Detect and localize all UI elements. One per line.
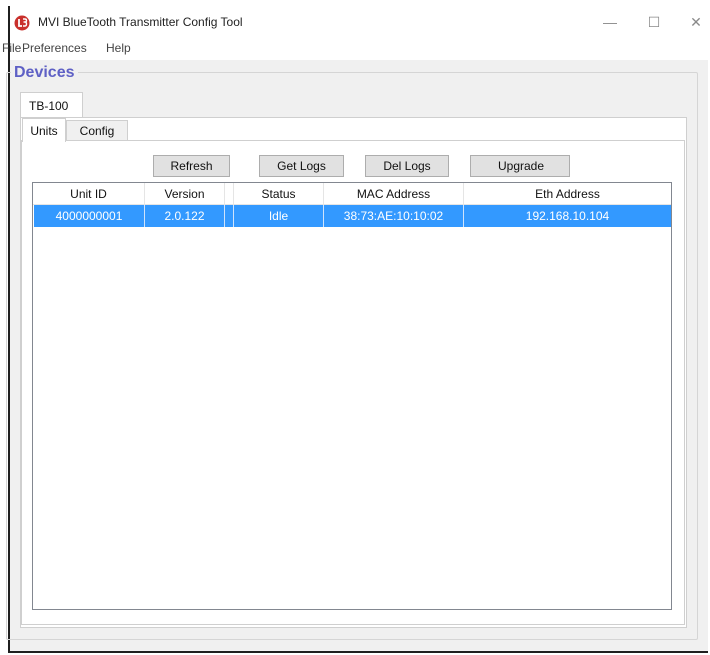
menu-bar: File Preferences Help [2, 38, 708, 60]
title-bar: MVI BlueTooth Transmitter Config Tool — … [10, 6, 708, 38]
upgrade-button[interactable]: Upgrade [470, 155, 570, 177]
units-list[interactable]: Unit ID Version Status MAC Address Eth A… [32, 182, 672, 610]
refresh-button[interactable]: Refresh [153, 155, 230, 177]
cell-mac-address: 38:73:AE:10:10:02 [324, 205, 464, 227]
cell-eth-address: 192.168.10.104 [525, 209, 610, 223]
cell-status: Idle [234, 205, 324, 227]
column-mac-address[interactable]: MAC Address [324, 183, 464, 204]
maximize-button[interactable]: ☐ [642, 10, 666, 34]
column-eth-address[interactable]: Eth Address [464, 183, 671, 204]
menu-help[interactable]: Help [106, 41, 131, 55]
column-status[interactable]: Status [234, 183, 324, 204]
window-title: MVI BlueTooth Transmitter Config Tool [38, 15, 243, 29]
tab-tb-100[interactable]: TB-100 [20, 92, 83, 118]
minimize-button[interactable]: — [598, 10, 622, 34]
close-button[interactable]: ✕ [684, 10, 708, 34]
app-logo-icon [14, 15, 30, 31]
cell-empty [225, 205, 234, 227]
del-logs-button[interactable]: Del Logs [365, 155, 449, 177]
table-row[interactable]: 4000000001 2.0.122 Idle 38:73:AE:10:10:0… [34, 205, 671, 227]
column-version[interactable]: Version [145, 183, 225, 204]
column-unit-id[interactable]: Unit ID [33, 183, 145, 204]
cell-unit-id: 4000000001 [34, 205, 145, 227]
get-logs-button[interactable]: Get Logs [259, 155, 344, 177]
tab-units[interactable]: Units [22, 118, 66, 142]
tab-config[interactable]: Config [66, 120, 128, 141]
cell-version: 2.0.122 [145, 205, 225, 227]
column-empty[interactable] [225, 183, 234, 204]
devices-title: Devices [11, 64, 78, 82]
list-header: Unit ID Version Status MAC Address Eth A… [33, 183, 671, 205]
menu-preferences[interactable]: Preferences [22, 41, 87, 55]
menu-file[interactable]: File [2, 41, 21, 55]
